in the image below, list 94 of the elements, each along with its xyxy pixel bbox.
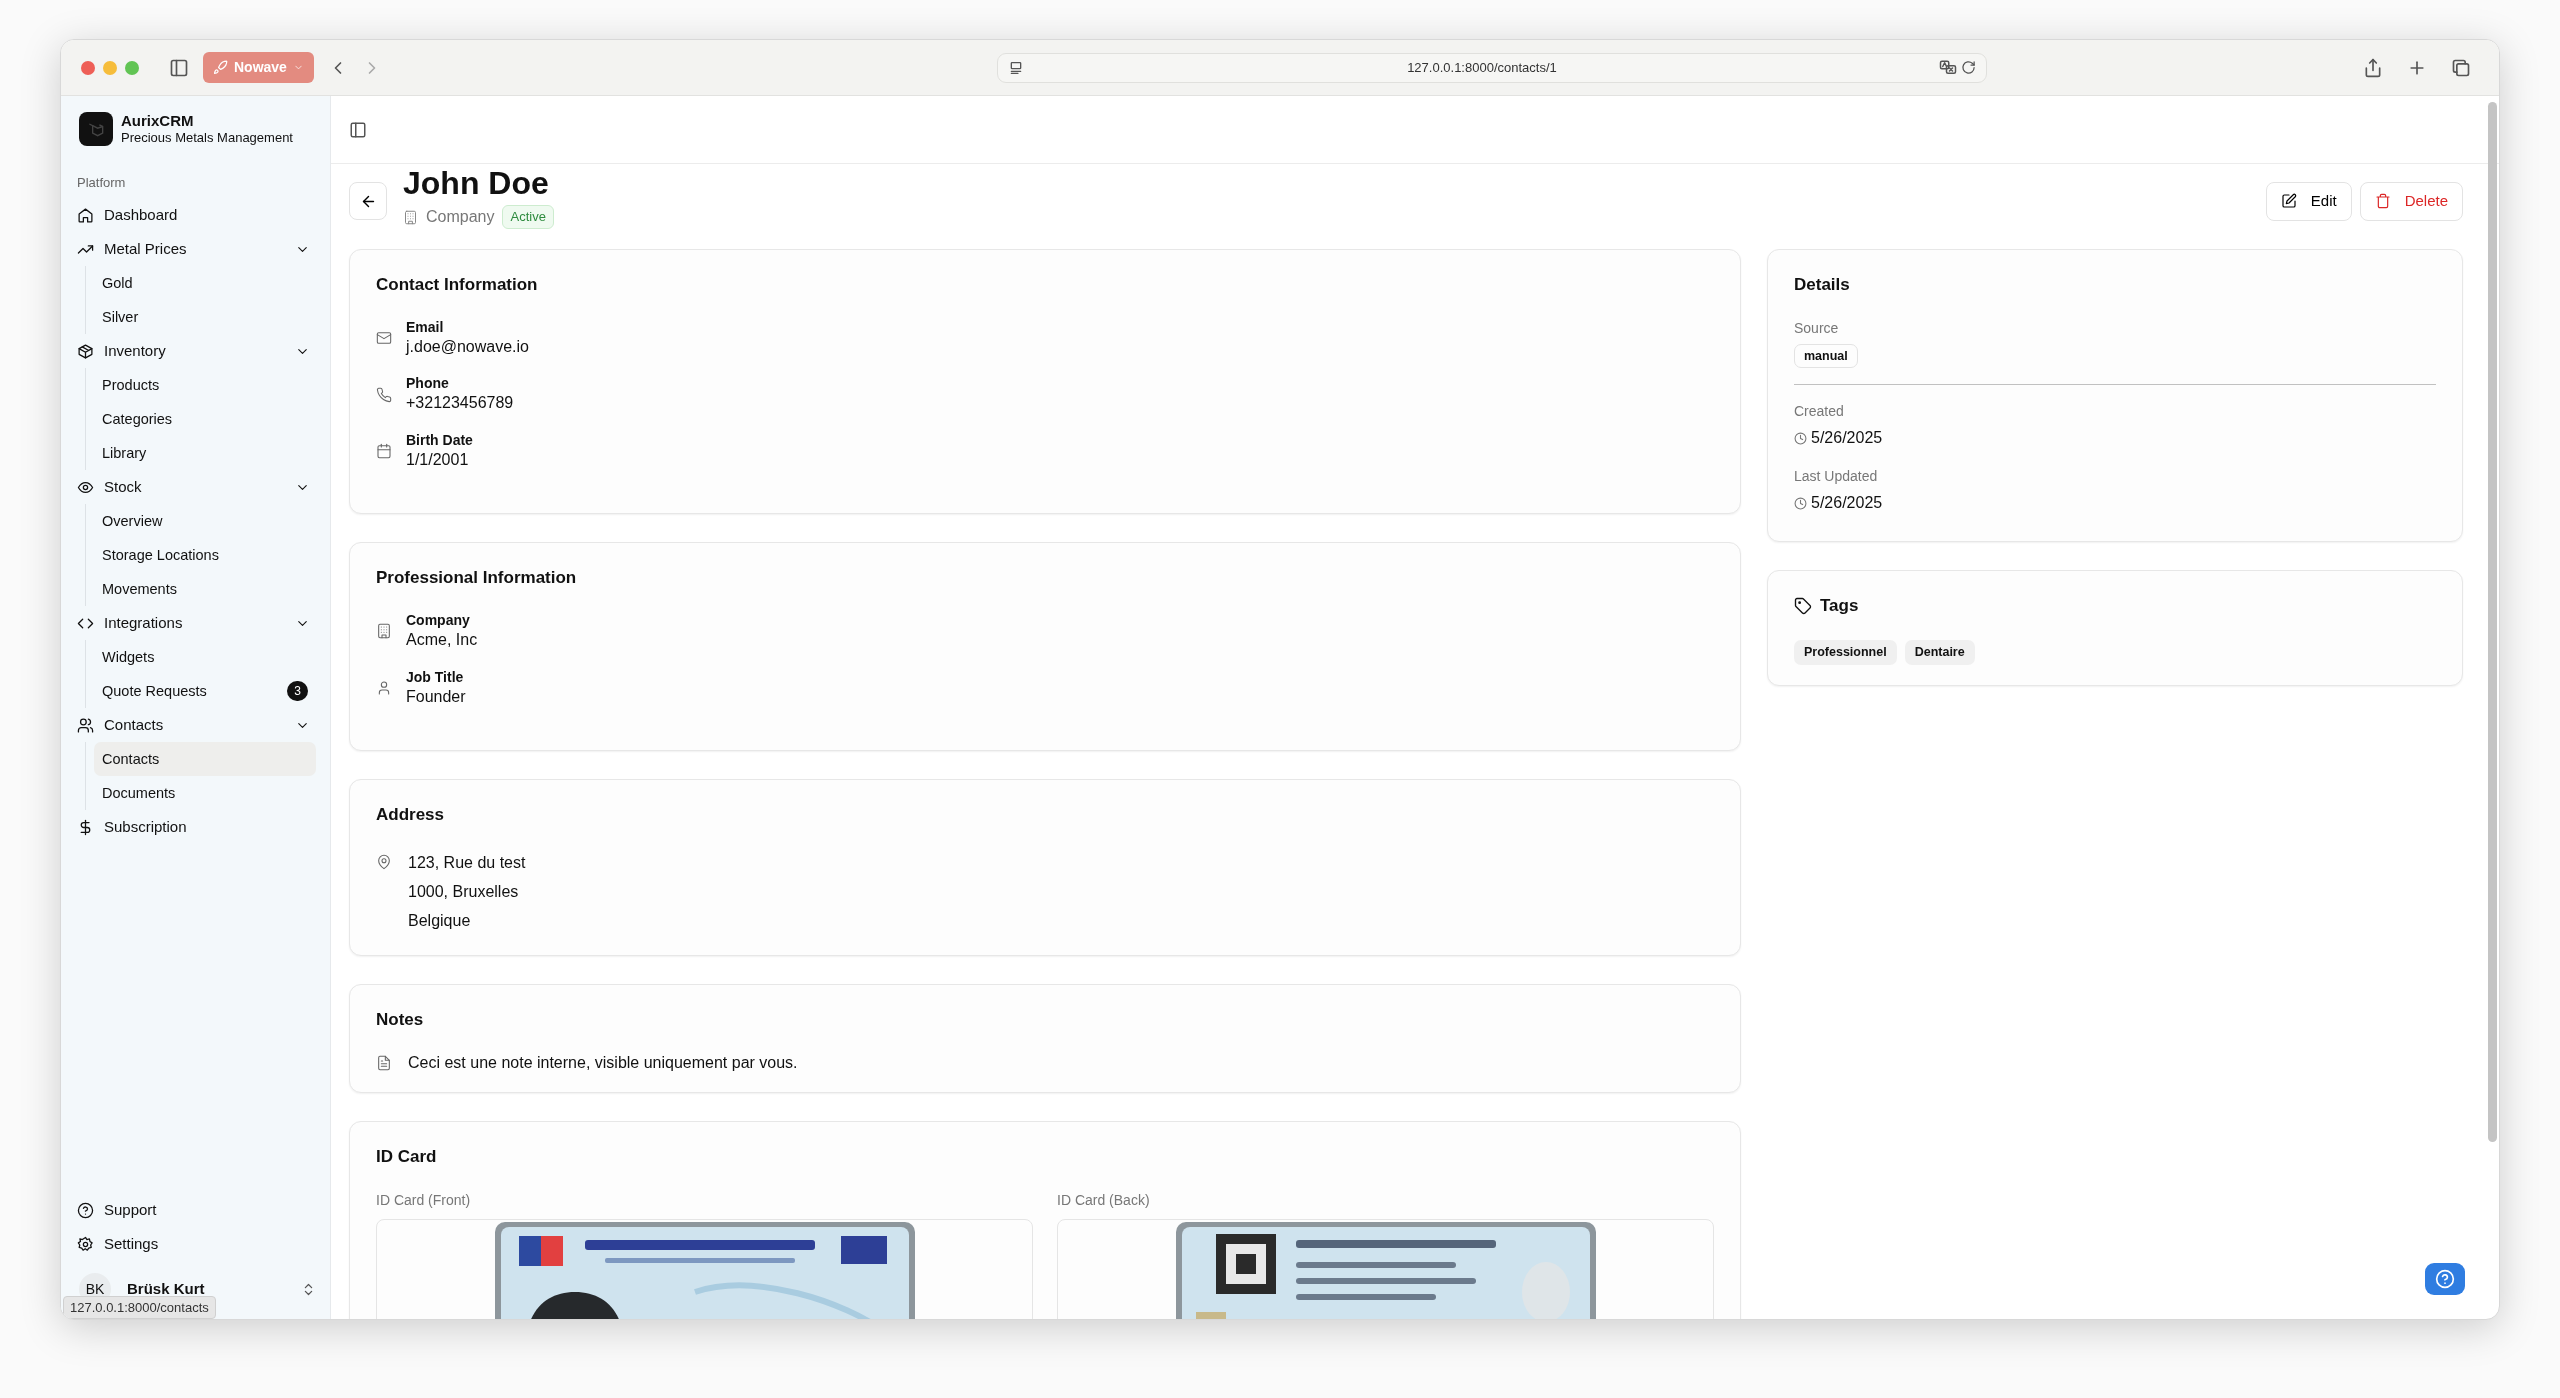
date-value: 5/26/2025 <box>1811 428 1883 449</box>
box-icon <box>77 342 94 360</box>
phone-icon <box>376 386 392 403</box>
user-icon <box>376 679 392 696</box>
image-label: ID Card (Back) <box>1057 1190 1151 1210</box>
sidebar-toggle-icon[interactable] <box>349 120 367 139</box>
trash-icon <box>2374 193 2391 210</box>
section-label: Platform <box>77 173 127 192</box>
nav-subitem[interactable]: Gold <box>94 266 316 301</box>
delete-button[interactable]: Delete <box>2359 182 2463 221</box>
help-icon <box>2435 1269 2455 1289</box>
nav-subitem[interactable]: Library <box>94 436 316 471</box>
translate-icon[interactable] <box>1939 58 1958 77</box>
count-badge: 3 <box>287 681 308 702</box>
users-icon <box>77 716 94 734</box>
section-title: ID Card <box>376 1146 438 1169</box>
nav-item[interactable]: Inventory <box>75 334 316 369</box>
section-title: Notes <box>376 1008 425 1031</box>
field-value: Founder <box>406 686 466 707</box>
address-bar[interactable]: 127.0.0.1:8000/contacts/1 <box>997 52 1988 83</box>
tag-icon <box>1794 597 1812 616</box>
nav-item[interactable]: Stock <box>75 470 316 505</box>
tag-chip: Professionnel <box>1794 639 1897 665</box>
field-value: 1/1/2001 <box>406 450 470 471</box>
nav-subitem[interactable]: Overview <box>94 504 316 539</box>
tag-chip: Dentaire <box>1904 639 1975 665</box>
nav-subitem[interactable]: Documents <box>94 776 316 811</box>
nav-item[interactable]: Integrations <box>75 606 316 641</box>
home-icon <box>77 206 94 224</box>
nav-subitem[interactable]: Silver <box>94 300 316 335</box>
document-icon <box>376 1055 392 1072</box>
url-text: 127.0.0.1:8000/contacts/1 <box>1406 58 1558 77</box>
share-icon[interactable] <box>2363 57 2383 78</box>
address-line: 1000, Bruxelles <box>408 881 520 902</box>
contact-name: John Doe <box>403 166 550 202</box>
mail-icon <box>376 329 392 346</box>
tabs-icon[interactable] <box>2451 57 2471 78</box>
section-title: Details <box>1794 274 1851 297</box>
date-value: 5/26/2025 <box>1811 493 1883 514</box>
clock-icon <box>1794 431 1807 445</box>
status-badge: Active <box>502 205 554 229</box>
nav-item[interactable]: Support <box>75 1193 316 1227</box>
nav-item[interactable]: Metal Prices <box>75 232 316 267</box>
help-icon <box>77 1201 94 1219</box>
status-url-tooltip: 127.0.0.1:8000/contacts <box>63 1295 216 1319</box>
field-label: Phone <box>406 374 450 393</box>
note-text: Ceci est une note interne, visible uniquement par vous. <box>408 1053 798 1074</box>
field-label: Created <box>1794 402 1845 422</box>
nav-subitem[interactable]: Widgets <box>94 640 316 675</box>
map-pin-icon <box>376 853 392 870</box>
address-line: Belgique <box>408 910 472 931</box>
scrollbar[interactable] <box>2488 102 2497 1142</box>
calendar-icon <box>376 443 392 460</box>
image-label: ID Card (Front) <box>376 1190 472 1210</box>
brand-name: AurixCRM <box>121 112 195 130</box>
section-title: Professional Information <box>376 567 578 590</box>
close-icon[interactable] <box>81 60 95 75</box>
sidebar-toggle-icon[interactable] <box>169 57 189 78</box>
nav-item[interactable]: Subscription <box>75 810 316 845</box>
contact-type: Company <box>426 207 495 228</box>
reload-icon[interactable] <box>1961 60 1977 75</box>
field-label: Job Title <box>406 667 465 686</box>
nav-item[interactable]: Contacts <box>75 708 316 743</box>
nav-subitem[interactable]: Movements <box>94 572 316 607</box>
field-value: Acme, Inc <box>406 630 478 651</box>
field-label: Last Updated <box>1794 467 1879 487</box>
nav-subitem[interactable]: Products <box>94 368 316 403</box>
section-title: Tags <box>1820 595 1859 618</box>
field-value: j.doe@nowave.io <box>406 336 529 357</box>
back-button[interactable] <box>349 182 387 220</box>
section-title: Address <box>376 804 446 827</box>
nav-subitem[interactable]: Contacts <box>94 742 316 777</box>
field-label: Birth Date <box>406 430 473 450</box>
settings-icon <box>77 1235 94 1253</box>
edit-button[interactable]: Edit <box>2265 182 2352 221</box>
nav-subitem[interactable]: Quote Requests 3 <box>94 674 316 709</box>
edit-icon <box>2280 193 2297 210</box>
nav-subitem[interactable]: Storage Locations <box>94 538 316 573</box>
nav-item[interactable]: Dashboard <box>75 198 316 233</box>
clock-icon <box>1794 496 1807 510</box>
nav-subitem[interactable]: Categories <box>94 402 316 437</box>
section-title: Contact Information <box>376 274 539 297</box>
address-line: 123, Rue du test <box>408 852 526 873</box>
field-label: Company <box>406 610 471 630</box>
source-chip: manual <box>1794 343 1858 369</box>
field-value: +32123456789 <box>406 393 514 414</box>
brand-subtitle: Precious Metals Management <box>121 130 293 147</box>
building-icon <box>403 209 418 225</box>
nav-item[interactable]: Settings <box>75 1227 316 1261</box>
help-button[interactable] <box>2425 1263 2465 1295</box>
building-icon <box>376 623 392 640</box>
field-label: Email <box>406 317 445 336</box>
field-label: Source <box>1794 318 1840 338</box>
logo-icon <box>79 112 113 147</box>
